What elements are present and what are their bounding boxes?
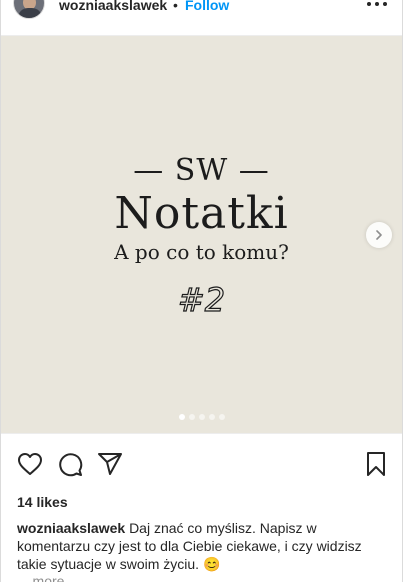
post-header: wozniaakslawek • Follow xyxy=(0,0,403,35)
carousel-dot xyxy=(198,414,205,420)
carousel-dot xyxy=(188,414,195,420)
header-separator: • xyxy=(173,0,178,13)
caption-username[interactable]: wozniaakslawek xyxy=(17,520,125,536)
bookmark-icon xyxy=(367,452,385,476)
chevron-right-icon xyxy=(376,230,382,240)
carousel-indicator xyxy=(1,414,402,420)
like-button[interactable] xyxy=(15,449,45,479)
slide-subtitle: — SW — xyxy=(133,153,270,188)
heart-icon xyxy=(18,453,42,475)
slide-number: #2 xyxy=(177,280,226,319)
send-icon xyxy=(98,453,122,475)
avatar[interactable] xyxy=(13,0,45,19)
comment-button[interactable] xyxy=(55,449,85,479)
caption-more-link[interactable]: ... more xyxy=(17,573,64,582)
more-options-icon[interactable] xyxy=(367,0,387,12)
likes-count[interactable]: 14 likes xyxy=(17,494,68,510)
post-image[interactable]: — SW — Notatki A po co to komu? #2 xyxy=(1,35,402,434)
header-username[interactable]: wozniaakslawek xyxy=(59,0,167,13)
share-button[interactable] xyxy=(95,449,125,479)
next-slide-button[interactable] xyxy=(366,222,392,248)
post-caption: wozniaakslawek Daj znać co myślisz. Napi… xyxy=(17,519,387,573)
slide-tagline: A po co to komu? xyxy=(114,240,289,264)
comment-icon xyxy=(59,453,83,477)
slide-title: Notatki xyxy=(114,188,289,239)
post-actions xyxy=(0,449,403,481)
carousel-dot xyxy=(218,414,225,420)
save-button[interactable] xyxy=(361,449,391,479)
carousel-dot xyxy=(178,414,185,420)
follow-button[interactable]: Follow xyxy=(185,0,229,13)
carousel-dot xyxy=(208,414,215,420)
